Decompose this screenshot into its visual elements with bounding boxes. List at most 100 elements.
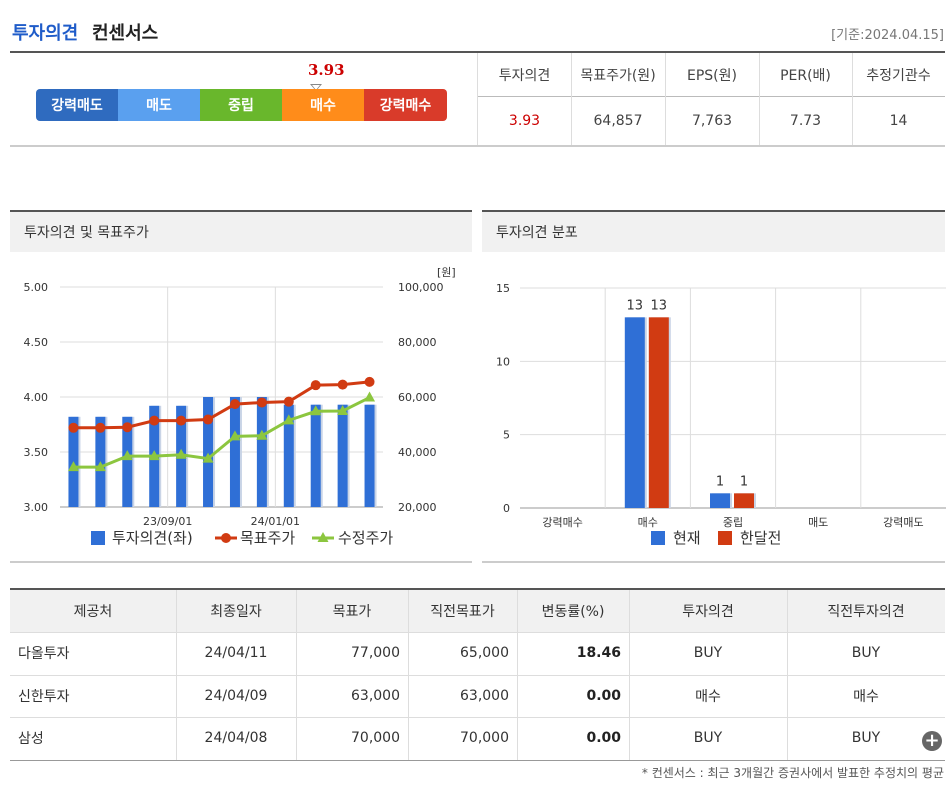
legend-swatch-opinion — [91, 531, 105, 545]
target-price: 63,000 — [351, 687, 400, 704]
opinion-bar — [229, 397, 240, 507]
x-tick-label: 23/09/01 — [143, 515, 192, 528]
y-tick-label: 15 — [496, 282, 510, 295]
table-col-divider — [296, 590, 297, 760]
opinion-bar — [256, 397, 267, 507]
panel-title-opinion-target: 투자의견 및 목표주가 — [10, 210, 472, 252]
target-price: 77,000 — [351, 645, 400, 661]
left-panel-bottom-rule — [10, 561, 472, 563]
panel-title-distribution: 투자의견 분포 — [482, 210, 945, 252]
legend-swatch-month-ago — [718, 531, 732, 545]
rating-seg-buy: 매수 — [282, 89, 364, 121]
target-price-point — [364, 376, 375, 387]
opinion: BUY — [693, 730, 723, 746]
rating-value: 3.93 — [308, 61, 345, 79]
table-col-divider — [176, 590, 177, 760]
table-col-divider — [408, 590, 409, 760]
rating-seg-strong-buy: 강력매수 — [364, 89, 447, 121]
provider-name: 삼성 — [18, 731, 44, 747]
summary-col-divider — [665, 53, 666, 146]
x-tick-label: 중립 — [723, 516, 743, 529]
y-right-tick-label: 100,000 — [398, 281, 444, 294]
target-price-point — [203, 414, 214, 425]
y-left-tick-label: 4.00 — [24, 391, 49, 404]
opinion: 매수 — [695, 688, 721, 705]
prev-opinion: 매수 — [853, 688, 879, 705]
data-label: 1 — [740, 474, 748, 489]
legend-label-month-ago: 한달전 — [740, 529, 781, 547]
legend-marker-target — [221, 533, 231, 543]
change-rate: 0.00 — [586, 687, 621, 704]
y-right-unit: [원] — [437, 266, 456, 279]
table-col-divider — [629, 590, 630, 760]
target-price: 70,000 — [351, 730, 400, 746]
opinion-bar — [337, 404, 348, 507]
prev-opinion: BUY — [851, 645, 881, 661]
y-right-tick-label: 80,000 — [398, 336, 437, 349]
target-price-point — [149, 415, 160, 426]
providers-header-source: 제공처 — [10, 590, 176, 632]
provider-name: 신한투자 — [18, 688, 70, 705]
last-date: 24/04/08 — [204, 730, 268, 746]
provider-name: 다올투자 — [18, 646, 70, 662]
y-tick-label: 10 — [496, 355, 510, 368]
current-bar — [710, 493, 730, 508]
target-price-point — [283, 396, 294, 407]
target-price-line — [73, 380, 370, 430]
opinion: BUY — [693, 645, 723, 661]
y-tick-label: 0 — [503, 502, 510, 515]
base-date: [기준:2024.04.15] — [831, 28, 944, 43]
summary-header-target: 목표주가(원) — [580, 68, 656, 84]
table-col-divider — [787, 590, 788, 760]
x-tick-label: 강력매도 — [883, 516, 923, 529]
last-date: 24/04/09 — [204, 687, 268, 704]
summary-value-rating: 3.93 — [508, 113, 541, 129]
providers-header-prev-opinion: 직전투자의견 — [787, 590, 945, 632]
target-price-point — [310, 380, 321, 391]
table-col-divider — [517, 590, 518, 760]
prev-target-price: 65,000 — [460, 645, 509, 661]
change-rate: 18.46 — [576, 645, 621, 661]
legend-label-adjusted: 수정주가 — [338, 529, 393, 547]
opinion-target-chart: 5.00 100,000 4.50 80,000 4.00 60,000 3.50 40,00… — [24, 266, 456, 547]
data-label: 1 — [716, 474, 724, 489]
summary-value-eps: 7,763 — [691, 113, 733, 129]
target-price-point — [95, 422, 106, 433]
prev-target-price: 63,000 — [460, 687, 509, 704]
distribution-chart: 15 10 5 0 강력매수 매수 13 13 중립 1 1 매도 강력매도현재 한달전 — [496, 282, 946, 547]
x-tick-label: 매도 — [808, 516, 828, 529]
y-left-tick-label: 3.50 — [24, 446, 49, 459]
target-price-point — [337, 379, 348, 390]
target-price-point — [122, 422, 133, 433]
plus-circle-icon[interactable]: + — [922, 731, 942, 751]
legend-label-current: 현재 — [673, 529, 701, 547]
target-price-point — [256, 397, 267, 408]
summary-value-target: 64,857 — [593, 113, 643, 129]
y-right-tick-label: 60,000 — [398, 391, 437, 404]
x-tick-label: 강력매수 — [542, 516, 582, 529]
target-price-point — [68, 422, 79, 433]
providers-header-date: 최종일자 — [176, 590, 296, 632]
y-left-tick-label: 4.50 — [24, 336, 49, 349]
y-right-tick-label: 20,000 — [398, 501, 437, 514]
footnote: * 컨센서스 : 최근 3개월간 증권사에서 발표한 추정치의 평균 — [641, 766, 944, 780]
data-label: 13 — [651, 298, 668, 313]
x-tick-label: 매수 — [638, 516, 658, 529]
opinion-bar — [310, 404, 321, 507]
providers-header-target: 목표가 — [296, 590, 408, 632]
page-title-highlight: 투자의견 — [12, 23, 79, 44]
summary-header-rating: 투자의견 — [498, 68, 551, 84]
data-label: 13 — [627, 298, 644, 313]
summary-col-divider — [571, 53, 572, 146]
page-title: 컨센서스 — [92, 23, 159, 44]
month-ago-bar — [648, 317, 669, 508]
summary-header-count: 추정기관수 — [866, 68, 931, 84]
providers-header-prev-target: 직전목표가 — [408, 590, 517, 632]
providers-header-change: 변동률(%) — [517, 590, 629, 632]
summary-value-per: 7.73 — [789, 113, 822, 129]
opinion-bar — [203, 397, 214, 507]
providers-bottom-rule — [10, 759, 945, 761]
summary-col-divider — [852, 53, 853, 146]
summary-value-count: 14 — [889, 113, 908, 129]
legend-swatch-current — [651, 531, 665, 545]
